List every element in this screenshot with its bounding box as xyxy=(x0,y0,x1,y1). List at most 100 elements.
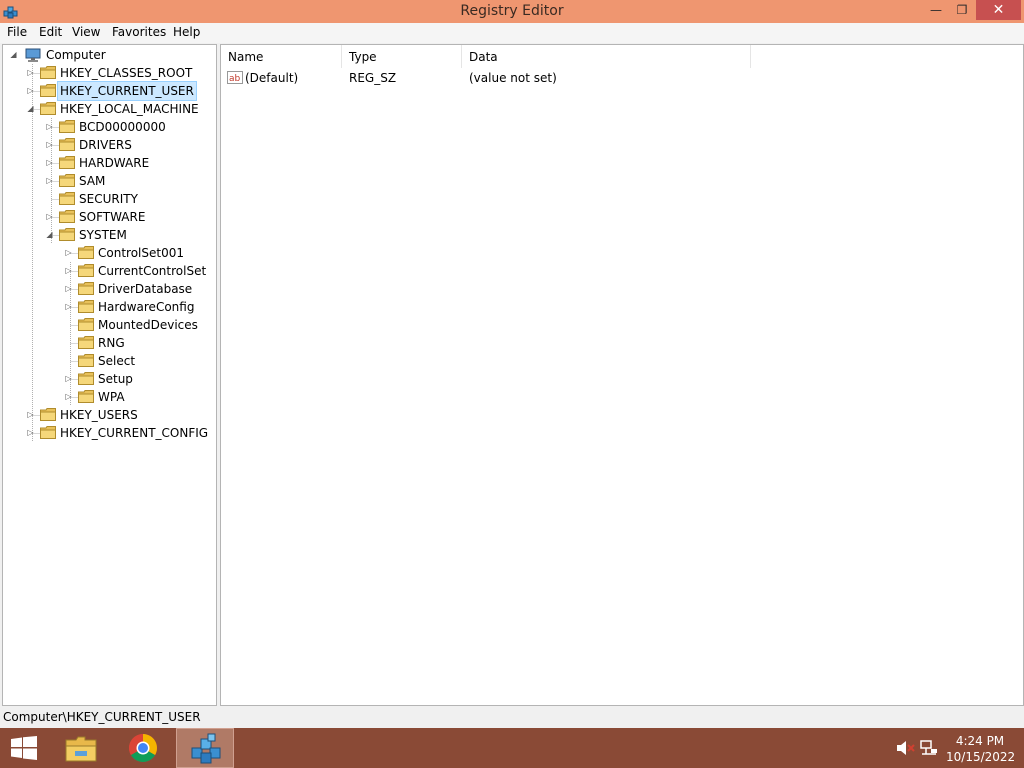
expand-arrow-icon[interactable]: ▷ xyxy=(45,118,54,136)
minimize-button[interactable]: — xyxy=(922,0,950,20)
tree-item[interactable]: ▷ SOFTWARE xyxy=(3,208,216,226)
tree-item[interactable]: ▷ Setup xyxy=(3,370,216,388)
tree-item-label: SAM xyxy=(79,174,106,188)
tree-item[interactable]: ▷ HKEY_CURRENT_USER xyxy=(3,81,216,101)
expand-arrow-icon[interactable]: ▷ xyxy=(45,154,54,172)
list-row[interactable]: ab (Default) REG_SZ (value not set) xyxy=(227,69,747,87)
folder-icon xyxy=(40,426,56,439)
folder-icon xyxy=(40,408,56,421)
folder-icon xyxy=(78,354,94,367)
tree-item-label: SOFTWARE xyxy=(79,210,146,224)
tree-item-label: HKEY_CURRENT_USER xyxy=(57,81,197,101)
window-title: Registry Editor xyxy=(460,3,564,19)
tree-item[interactable]: ▷ DRIVERS xyxy=(3,136,216,154)
taskbar-clock[interactable]: 4:24 PM 10/15/2022 xyxy=(946,733,1016,765)
expand-arrow-icon[interactable]: ▷ xyxy=(45,172,54,190)
close-button[interactable]: ✕ xyxy=(976,0,1021,20)
computer-icon xyxy=(25,48,41,62)
expand-arrow-icon[interactable]: ▷ xyxy=(26,64,35,82)
taskbar-file-explorer[interactable] xyxy=(59,728,103,768)
column-data-header[interactable]: Data xyxy=(462,45,751,68)
tree-item-label: MountedDevices xyxy=(98,318,198,332)
network-icon[interactable] xyxy=(920,740,938,756)
tree-item-label: HardwareConfig xyxy=(98,300,195,314)
column-name-header[interactable]: Name xyxy=(221,45,342,68)
taskbar-registry-editor[interactable] xyxy=(176,728,234,768)
tree-item[interactable]: ▷ HKEY_CURRENT_CONFIG xyxy=(3,424,216,442)
registry-tree[interactable]: ◢ Computer ▷ HKEY_CLASSES_ROOT ▷ HKEY_CURRE… xyxy=(2,44,217,706)
expand-arrow-icon[interactable]: ▷ xyxy=(64,388,73,406)
menu-file[interactable]: File xyxy=(7,25,27,39)
expand-arrow-icon[interactable]: ▷ xyxy=(26,82,35,100)
collapse-arrow-icon[interactable]: ◢ xyxy=(45,226,54,244)
folder-icon xyxy=(59,156,75,169)
tree-item[interactable]: RNG xyxy=(3,334,216,352)
values-list[interactable]: Name Type Data ab (Default) REG_SZ (valu… xyxy=(220,44,1024,706)
tree-item[interactable]: ◢ SYSTEM xyxy=(3,226,216,244)
menu-help[interactable]: Help xyxy=(173,25,200,39)
tree-item-label: HKEY_CLASSES_ROOT xyxy=(60,66,193,80)
folder-icon xyxy=(40,102,56,115)
expand-arrow-icon[interactable]: ▷ xyxy=(64,370,73,388)
windows-logo-icon xyxy=(11,736,37,760)
expand-arrow-icon[interactable]: ◢ xyxy=(9,46,18,64)
tree-item[interactable]: ▷ DriverDatabase xyxy=(3,280,216,298)
title-bar[interactable]: Registry Editor — ❐ ✕ xyxy=(0,0,1024,23)
start-button[interactable] xyxy=(0,728,48,768)
folder-icon xyxy=(78,390,94,403)
expand-arrow-icon[interactable]: ▷ xyxy=(64,244,73,262)
tree-item[interactable]: Select xyxy=(3,352,216,370)
volume-muted-icon[interactable] xyxy=(896,740,916,756)
tree-item[interactable]: ▷ ControlSet001 xyxy=(3,244,216,262)
folder-icon xyxy=(78,336,94,349)
tree-item[interactable]: ▷ HKEY_USERS xyxy=(3,406,216,424)
tree-item[interactable]: ▷ WPA xyxy=(3,388,216,406)
expand-arrow-icon[interactable]: ▷ xyxy=(64,280,73,298)
folder-icon xyxy=(78,264,94,277)
folder-icon xyxy=(59,192,75,205)
folder-icon xyxy=(59,228,75,241)
menu-view[interactable]: View xyxy=(72,25,100,39)
tree-root-label: Computer xyxy=(46,48,106,62)
taskbar-chrome[interactable] xyxy=(121,728,165,768)
folder-icon xyxy=(59,120,75,133)
expand-arrow-icon[interactable]: ▷ xyxy=(64,298,73,316)
tree-item-label: RNG xyxy=(98,336,125,350)
menu-favorites[interactable]: Favorites xyxy=(112,25,166,39)
folder-icon xyxy=(78,300,94,313)
folder-icon xyxy=(78,246,94,259)
column-type-header[interactable]: Type xyxy=(342,45,462,68)
tree-item-label: BCD00000000 xyxy=(79,120,166,134)
folder-icon xyxy=(78,282,94,295)
maximize-button[interactable]: ❐ xyxy=(948,0,976,20)
tree-item[interactable]: SECURITY xyxy=(3,190,216,208)
tree-item[interactable]: ▷ SAM xyxy=(3,172,216,190)
tree-item[interactable]: ▷ HardwareConfig xyxy=(3,298,216,316)
status-path: Computer\HKEY_CURRENT_USER xyxy=(3,710,201,724)
expand-arrow-icon[interactable]: ▷ xyxy=(45,136,54,154)
tree-item[interactable]: ▷ HKEY_CLASSES_ROOT xyxy=(3,64,216,82)
tree-item[interactable]: ◢ HKEY_LOCAL_MACHINE xyxy=(3,100,216,118)
expand-arrow-icon[interactable]: ▷ xyxy=(26,424,35,442)
regedit-icon xyxy=(191,733,221,764)
expand-arrow-icon[interactable]: ▷ xyxy=(64,262,73,280)
svg-text:ab: ab xyxy=(229,74,241,84)
collapse-arrow-icon[interactable]: ◢ xyxy=(26,100,35,118)
tree-item-label: Setup xyxy=(98,372,133,386)
expand-arrow-icon[interactable]: ▷ xyxy=(45,208,54,226)
taskbar: 4:24 PM 10/15/2022 xyxy=(0,728,1024,768)
tree-item[interactable]: ▷ BCD00000000 xyxy=(3,118,216,136)
tree-item-label: SECURITY xyxy=(79,192,138,206)
tree-item[interactable]: ▷ HARDWARE xyxy=(3,154,216,172)
folder-icon xyxy=(59,138,75,151)
chrome-icon xyxy=(129,734,157,762)
folder-icon xyxy=(40,66,56,79)
clock-date: 10/15/2022 xyxy=(946,750,1016,764)
expand-arrow-icon[interactable]: ▷ xyxy=(26,406,35,424)
tree-item-label: HKEY_USERS xyxy=(60,408,138,422)
folder-icon xyxy=(65,736,97,762)
tree-item[interactable]: MountedDevices xyxy=(3,316,216,334)
tree-item[interactable]: ▷ CurrentControlSet xyxy=(3,262,216,280)
tree-root-computer[interactable]: ◢ Computer xyxy=(7,46,207,64)
menu-edit[interactable]: Edit xyxy=(39,25,62,39)
